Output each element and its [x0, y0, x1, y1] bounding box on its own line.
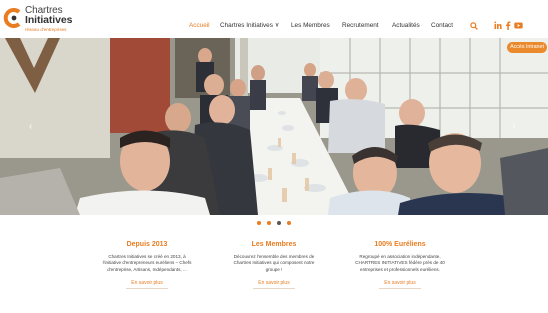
- chevron-down-icon: ∨: [274, 22, 280, 29]
- chevron-left-icon[interactable]: ‹: [29, 122, 32, 132]
- feature-text: Regroupé en association indépendante, CH…: [325, 254, 475, 273]
- feature-text-line: entreprises et professionnels euréliens.: [360, 266, 440, 272]
- feature-title: 100% Euréliens: [374, 241, 426, 248]
- nav-item-chartres-initiatives[interactable]: Chartres Initiatives ∨: [220, 22, 279, 30]
- slider-dot[interactable]: [267, 221, 271, 225]
- nav-item-recrutement[interactable]: Recrutement: [342, 22, 379, 30]
- slider-dot[interactable]: [257, 221, 261, 225]
- feature-column: 100% Euréliens Regroupé en association i…: [325, 240, 475, 273]
- nav-item-actualites[interactable]: Actualités: [392, 22, 420, 30]
- linkedin-icon[interactable]: [494, 21, 502, 30]
- nav-item-contact[interactable]: Contact: [431, 22, 453, 30]
- site-logo[interactable]: Chartres Initiatives réseau d'entreprise…: [3, 6, 83, 34]
- logo-mark-icon: [3, 8, 21, 28]
- logo-tagline: réseau d'entreprises: [25, 27, 67, 32]
- nav-item-accueil[interactable]: Accueil: [189, 22, 210, 30]
- hero-photo: [0, 38, 548, 215]
- site-header: Chartres Initiatives réseau d'entreprise…: [0, 0, 548, 38]
- slider-dot-active[interactable]: [277, 221, 281, 225]
- read-more-link[interactable]: En savoir plus: [253, 278, 295, 289]
- search-icon[interactable]: [470, 22, 478, 30]
- intranet-access-button[interactable]: Accès Intranet: [507, 42, 547, 53]
- read-more-link[interactable]: En savoir plus: [126, 278, 168, 289]
- read-more-link[interactable]: En savoir plus: [379, 278, 421, 289]
- slider-dot[interactable]: [287, 221, 291, 225]
- nav-item-membres[interactable]: Les Membres: [291, 22, 330, 30]
- logo-line-2: Initiatives: [25, 14, 73, 26]
- chevron-right-icon[interactable]: ›: [512, 122, 515, 132]
- facebook-icon[interactable]: [505, 21, 511, 30]
- youtube-icon[interactable]: [514, 21, 523, 30]
- hero-slider[interactable]: ‹ ›: [0, 38, 548, 215]
- nav-item-label: Chartres Initiatives: [220, 22, 273, 29]
